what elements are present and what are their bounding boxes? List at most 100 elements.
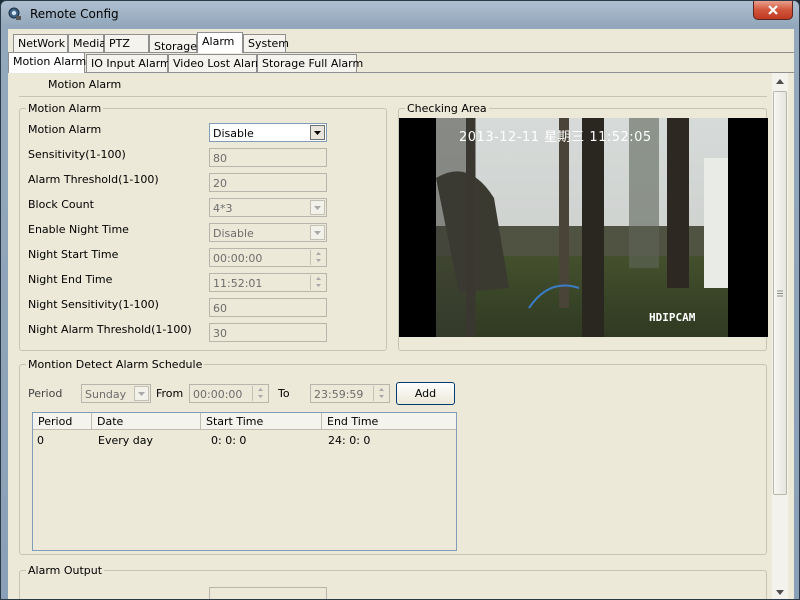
enable-night-select[interactable]: Disable xyxy=(209,223,327,242)
spin-down-icon[interactable] xyxy=(311,282,325,289)
block-count-select[interactable]: 4*3 xyxy=(209,198,327,217)
spin-down-icon[interactable] xyxy=(374,393,388,400)
dropdown-arrow-icon[interactable] xyxy=(310,125,325,140)
close-icon xyxy=(768,5,778,15)
sub-tab-divider xyxy=(8,72,794,73)
window-title: Remote Config xyxy=(30,7,119,21)
period-label: Period xyxy=(28,387,63,400)
spin-up-icon[interactable] xyxy=(253,386,267,393)
spin-up-icon[interactable] xyxy=(311,250,325,257)
dropdown-arrow-icon[interactable] xyxy=(134,386,149,401)
tab-media[interactable]: Media xyxy=(68,34,106,52)
night-end-spinner[interactable] xyxy=(310,275,325,290)
title-bar[interactable]: Remote Config xyxy=(1,1,799,29)
cell-start-time: 0: 0: 0 xyxy=(211,434,247,447)
to-time-field[interactable]: 23:59:59 xyxy=(310,384,390,403)
spin-up-icon[interactable] xyxy=(374,386,388,393)
schedule-table[interactable]: Period Date Start Time End Time 0 Every … xyxy=(32,412,457,551)
alarm-threshold-field[interactable]: 20 xyxy=(209,173,327,192)
enable-night-value: Disable xyxy=(213,227,254,240)
schedule-group: Montion Detect Alarm Schedule Period Sun… xyxy=(19,358,767,555)
night-end-label: Night End Time xyxy=(28,273,113,286)
checking-area-group: Checking Area 2013-12-11 星期三 11:52:05 HD… xyxy=(398,102,768,351)
camera-timestamp: 2013-12-11 星期三 11:52:05 xyxy=(459,130,652,145)
from-label: From xyxy=(156,387,184,400)
motion-alarm-group: Motion Alarm Motion Alarm Disable Sensit… xyxy=(19,102,387,351)
tab-ptz[interactable]: PTZ xyxy=(104,34,149,52)
night-threshold-field[interactable]: 30 xyxy=(209,323,327,342)
vertical-scrollbar[interactable] xyxy=(772,73,788,599)
close-button[interactable] xyxy=(753,1,793,20)
column-header-date[interactable]: Date xyxy=(92,413,201,430)
dropdown-arrow-icon[interactable] xyxy=(310,200,325,215)
group-title: Motion Alarm xyxy=(26,102,104,115)
scroll-up-button[interactable] xyxy=(772,73,788,89)
sub-tab-strip: Motion Alarm IO Input Alarm Video Lost A… xyxy=(8,52,794,73)
to-label: To xyxy=(278,387,290,400)
night-start-spinner[interactable] xyxy=(310,250,325,265)
spin-down-icon[interactable] xyxy=(253,393,267,400)
night-start-field[interactable]: 00:00:00 xyxy=(209,248,327,267)
group-title: Montion Detect Alarm Schedule xyxy=(26,358,205,371)
alarm-threshold-label: Alarm Threshold(1-100) xyxy=(28,173,159,186)
to-time-value: 23:59:59 xyxy=(314,388,364,401)
camera-app-icon xyxy=(8,7,21,20)
night-threshold-label: Night Alarm Threshold(1-100) xyxy=(28,323,192,336)
tab-video-lost-alarm[interactable]: Video Lost Alarm xyxy=(168,54,266,72)
from-time-value: 00:00:00 xyxy=(193,388,243,401)
grip-icon xyxy=(777,290,783,296)
night-start-label: Night Start Time xyxy=(28,248,119,261)
alarm-output-group: Alarm Output xyxy=(19,564,767,599)
block-count-label: Block Count xyxy=(28,198,94,211)
night-sensitivity-field[interactable]: 60 xyxy=(209,298,327,317)
night-start-value: 00:00:00 xyxy=(213,252,263,265)
period-value: Sunday xyxy=(85,388,127,401)
table-header: Period Date Start Time End Time xyxy=(33,413,456,430)
block-count-value: 4*3 xyxy=(213,202,233,215)
camera-preview[interactable]: 2013-12-11 星期三 11:52:05 HDIPCAM xyxy=(399,118,768,337)
scroll-up-icon xyxy=(776,78,784,84)
tab-system[interactable]: System xyxy=(243,34,289,52)
group-title: Alarm Output xyxy=(26,564,105,577)
spin-up-icon[interactable] xyxy=(311,275,325,282)
motion-alarm-label: Motion Alarm xyxy=(28,123,102,136)
alarm-output-field[interactable] xyxy=(209,587,327,599)
motion-alarm-value: Disable xyxy=(213,127,254,140)
night-sensitivity-label: Night Sensitivity(1-100) xyxy=(28,298,159,311)
from-time-field[interactable]: 00:00:00 xyxy=(189,384,269,403)
dropdown-arrow-icon[interactable] xyxy=(310,225,325,240)
heading-divider xyxy=(19,96,767,97)
column-header-period[interactable]: Period xyxy=(33,413,92,430)
main-tab-strip: NetWork Media PTZ Storage Alarm System xyxy=(8,32,794,53)
night-end-value: 11:52:01 xyxy=(213,277,263,290)
scroll-thumb[interactable] xyxy=(773,91,787,495)
scroll-down-icon xyxy=(776,589,784,595)
sensitivity-label: Sensitivity(1-100) xyxy=(28,148,126,161)
tab-storage-full-alarm[interactable]: Storage Full Alarm xyxy=(257,54,363,72)
motion-alarm-page: Motion Alarm Motion Alarm Motion Alarm D… xyxy=(11,75,773,599)
cell-end-time: 24: 0: 0 xyxy=(328,434,371,447)
client-area: NetWork Media PTZ Storage Alarm System M… xyxy=(8,29,794,599)
sensitivity-field[interactable]: 80 xyxy=(209,148,327,167)
cell-date: Every day xyxy=(98,434,153,447)
table-row[interactable]: 0 Every day 0: 0: 0 24: 0: 0 xyxy=(33,432,456,448)
page-heading: Motion Alarm xyxy=(48,78,122,91)
tab-motion-alarm[interactable]: Motion Alarm xyxy=(8,52,86,73)
to-time-spinner[interactable] xyxy=(373,386,388,401)
column-header-end-time[interactable]: End Time xyxy=(322,413,457,430)
night-end-field[interactable]: 11:52:01 xyxy=(209,273,327,292)
from-time-spinner[interactable] xyxy=(252,386,267,401)
scroll-down-button[interactable] xyxy=(772,584,788,599)
cell-period: 0 xyxy=(37,434,44,447)
tab-io-input-alarm[interactable]: IO Input Alarm xyxy=(86,54,171,72)
remote-config-window: Remote Config NetWork Media PTZ Storage … xyxy=(0,0,800,600)
spin-down-icon[interactable] xyxy=(311,257,325,264)
column-header-start-time[interactable]: Start Time xyxy=(201,413,322,430)
tab-alarm[interactable]: Alarm xyxy=(197,32,243,53)
enable-night-label: Enable Night Time xyxy=(28,223,129,236)
tab-network[interactable]: NetWork xyxy=(13,34,68,52)
period-select[interactable]: Sunday xyxy=(81,384,151,403)
motion-alarm-select[interactable]: Disable xyxy=(209,123,327,142)
add-button[interactable]: Add xyxy=(396,382,455,405)
tab-storage[interactable]: Storage xyxy=(149,34,197,53)
